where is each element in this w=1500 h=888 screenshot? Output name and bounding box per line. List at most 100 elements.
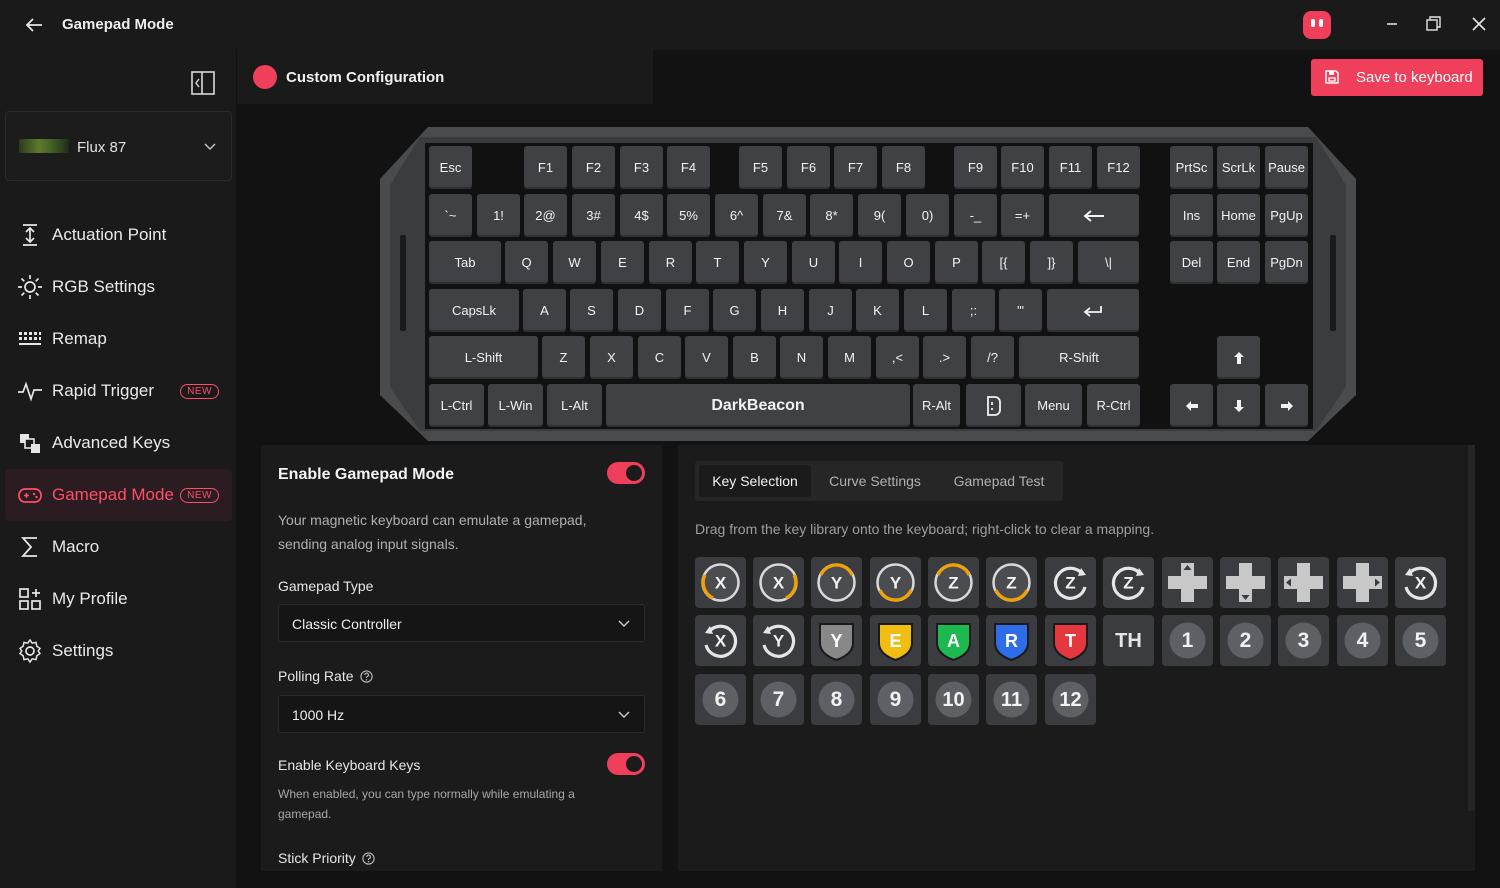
back-arrow-icon[interactable]	[22, 13, 46, 37]
key-fn-logo[interactable]	[966, 384, 1021, 427]
key--[interactable]: '"	[999, 289, 1042, 332]
key-r[interactable]: R	[649, 241, 692, 284]
key-f12[interactable]: F12	[1097, 146, 1140, 189]
key-f6[interactable]: F6	[787, 146, 830, 189]
minimize-icon[interactable]	[1378, 10, 1406, 38]
polling-rate-select[interactable]: 1000 Hz	[278, 695, 645, 733]
key-ins[interactable]: Ins	[1170, 194, 1213, 237]
gamepad-thumb-button[interactable]: TH	[1103, 615, 1154, 666]
key-pgup[interactable]: PgUp	[1265, 194, 1308, 237]
key--[interactable]: =+	[1001, 194, 1044, 237]
key-x[interactable]: X	[590, 336, 633, 379]
gamepad-9-button[interactable]: 9	[870, 674, 921, 725]
key-l-alt[interactable]: L-Alt	[547, 384, 602, 427]
sidebar-collapse-icon[interactable]	[190, 70, 216, 96]
key--[interactable]: [{	[982, 241, 1025, 284]
gamepad-type-select[interactable]: Classic Controller	[278, 604, 645, 642]
key-z[interactable]: Z	[542, 336, 585, 379]
tab-curve-settings[interactable]: Curve Settings	[819, 465, 931, 497]
library-scrollbar[interactable]	[1468, 445, 1475, 811]
gamepad-2-button[interactable]: 2	[1220, 615, 1271, 666]
key-b[interactable]: B	[733, 336, 776, 379]
gamepad-rotate-y-button[interactable]: Y	[753, 615, 804, 666]
key--[interactable]: -_	[954, 194, 997, 237]
key-0-[interactable]: 0)	[906, 194, 949, 237]
key-scrlk[interactable]: ScrLk	[1217, 146, 1260, 189]
gamepad-stick-z-button[interactable]: Z	[986, 557, 1037, 608]
key--[interactable]: ,<	[876, 336, 919, 379]
key-f9[interactable]: F9	[954, 146, 997, 189]
key--[interactable]	[1265, 384, 1308, 427]
key-pause[interactable]: Pause	[1265, 146, 1308, 189]
key--[interactable]: /?	[971, 336, 1014, 379]
key-tab[interactable]: Tab	[429, 241, 501, 284]
key-l-shift[interactable]: L-Shift	[429, 336, 538, 379]
key-prtsc[interactable]: PrtSc	[1170, 146, 1213, 189]
key-k[interactable]: K	[856, 289, 899, 332]
sidebar-item-rgb-settings[interactable]: RGB Settings	[5, 261, 232, 313]
key-i[interactable]: I	[839, 241, 882, 284]
sidebar-item-rapid-trigger[interactable]: Rapid Trigger NEW	[5, 365, 232, 417]
sidebar-item-macro[interactable]: Macro	[5, 521, 232, 573]
gamepad-11-button[interactable]: 11	[986, 674, 1037, 725]
device-selector[interactable]: Flux 87	[5, 111, 232, 181]
key-v[interactable]: V	[685, 336, 728, 379]
key-c[interactable]: C	[638, 336, 681, 379]
key-d[interactable]: D	[618, 289, 661, 332]
gamepad-12-button[interactable]: 12	[1045, 674, 1096, 725]
key-f8[interactable]: F8	[882, 146, 925, 189]
gamepad-stick-y-button[interactable]: Y	[870, 557, 921, 608]
sidebar-item-settings[interactable]: Settings	[5, 625, 232, 677]
gamepad-1-button[interactable]: 1	[1162, 615, 1213, 666]
key-1-[interactable]: 1!	[477, 194, 520, 237]
gamepad-rotate-z-button[interactable]: Z	[1103, 557, 1154, 608]
key-5-[interactable]: 5%	[667, 194, 710, 237]
key-7-[interactable]: 7&	[763, 194, 806, 237]
key--[interactable]	[1217, 384, 1260, 427]
key-menu[interactable]: Menu	[1025, 384, 1082, 427]
key-4-[interactable]: 4$	[620, 194, 663, 237]
key-u[interactable]: U	[792, 241, 835, 284]
tab-gamepad-test[interactable]: Gamepad Test	[941, 465, 1057, 497]
key-f1[interactable]: F1	[524, 146, 567, 189]
gamepad-rotate-x-button[interactable]: X	[1395, 557, 1446, 608]
key--[interactable]	[1047, 289, 1139, 332]
restore-icon[interactable]	[1419, 10, 1447, 38]
enable-gamepad-toggle[interactable]	[607, 462, 645, 484]
key--[interactable]: ;:	[952, 289, 995, 332]
gamepad-8-button[interactable]: 8	[811, 674, 862, 725]
save-to-keyboard-button[interactable]: Save to keyboard	[1311, 59, 1483, 96]
key-end[interactable]: End	[1217, 241, 1260, 284]
key-m[interactable]: M	[828, 336, 871, 379]
key-y[interactable]: Y	[744, 241, 787, 284]
key-9-[interactable]: 9(	[858, 194, 901, 237]
key-n[interactable]: N	[780, 336, 823, 379]
dpad-left-button[interactable]	[1278, 557, 1329, 608]
key-capslk[interactable]: CapsLk	[429, 289, 519, 332]
key-f[interactable]: F	[666, 289, 709, 332]
gamepad-4-button[interactable]: 4	[1337, 615, 1388, 666]
key-2-[interactable]: 2@	[524, 194, 567, 237]
key-6-[interactable]: 6^	[715, 194, 758, 237]
key-l-win[interactable]: L-Win	[488, 384, 543, 427]
gamepad-stick-y-button[interactable]: Y	[811, 557, 862, 608]
dpad-up-button[interactable]	[1162, 557, 1213, 608]
sidebar-item-gamepad-mode[interactable]: Gamepad Mode NEW	[5, 469, 232, 521]
gamepad-rotate-x-button[interactable]: X	[695, 615, 746, 666]
key-f11[interactable]: F11	[1049, 146, 1092, 189]
key--[interactable]: `~	[429, 194, 472, 237]
gamepad-face-e-button[interactable]: E	[870, 615, 921, 666]
mascot-icon[interactable]	[1303, 11, 1331, 39]
key-f3[interactable]: F3	[620, 146, 663, 189]
config-name[interactable]: Custom Configuration	[286, 69, 444, 86]
sidebar-item-advanced-keys[interactable]: Advanced Keys	[5, 417, 232, 469]
tab-key-selection[interactable]: Key Selection	[699, 465, 811, 497]
key-del[interactable]: Del	[1170, 241, 1213, 284]
key--[interactable]: \|	[1078, 241, 1139, 284]
gamepad-10-button[interactable]: 10	[928, 674, 979, 725]
key-3-[interactable]: 3#	[572, 194, 615, 237]
key--[interactable]	[1217, 336, 1260, 379]
sidebar-item-actuation-point[interactable]: Actuation Point	[5, 209, 232, 261]
gamepad-5-button[interactable]: 5	[1395, 615, 1446, 666]
key-8-[interactable]: 8*	[810, 194, 853, 237]
